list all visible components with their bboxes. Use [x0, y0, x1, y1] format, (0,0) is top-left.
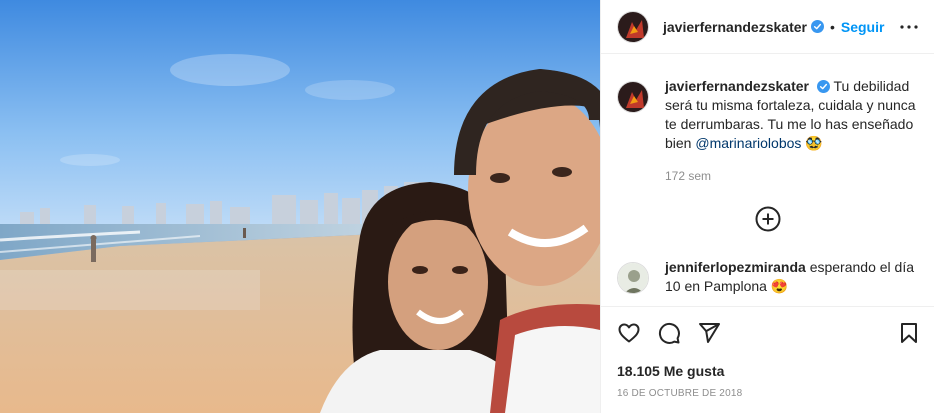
author-avatar[interactable] — [617, 10, 649, 43]
comment-emoji: 😍 — [770, 278, 789, 294]
post-photo-image — [0, 0, 600, 413]
heart-icon[interactable] — [617, 321, 641, 345]
comments-list: javierfernandezskater Tu debilidad será … — [601, 55, 934, 305]
post-header: javierfernandezskater • Seguir — [601, 0, 934, 54]
comment-icon[interactable] — [657, 321, 681, 345]
caption-text-block: javierfernandezskater Tu debilidad será … — [665, 77, 923, 186]
post-date: 16 DE OCTUBRE DE 2018 — [617, 388, 743, 399]
verified-badge-icon — [816, 80, 830, 93]
post-actions: 18.105 Me gusta 16 DE OCTUBRE DE 2018 — [601, 306, 934, 413]
caption-mention-link[interactable]: @marinariolobos — [695, 135, 801, 151]
commenter-username[interactable]: jenniferlopezmiranda — [665, 259, 806, 275]
commenter-avatar[interactable] — [617, 262, 649, 294]
post-photo[interactable] — [0, 0, 600, 413]
post-sidebar: javierfernandezskater • Seguir javierfer… — [600, 0, 934, 413]
comment-item: jenniferlopezmiranda esperando el día 10… — [617, 258, 934, 296]
follow-button[interactable]: Seguir — [841, 19, 885, 35]
caption-timestamp[interactable]: 172 sem — [665, 167, 923, 186]
caption-author-avatar[interactable] — [617, 81, 649, 113]
more-options-icon[interactable] — [897, 15, 921, 39]
share-icon[interactable] — [697, 321, 721, 345]
caption-username[interactable]: javierfernandezskater — [665, 78, 809, 94]
comment-text-block: jenniferlopezmiranda esperando el día 10… — [665, 258, 923, 296]
likes-count[interactable]: 18.105 Me gusta — [617, 363, 724, 379]
separator-dot: • — [829, 18, 835, 35]
load-more-comments-icon[interactable] — [755, 206, 781, 232]
verified-badge-icon — [810, 20, 824, 33]
caption-comment: javierfernandezskater Tu debilidad será … — [617, 77, 934, 186]
caption-emoji: 🥸 — [805, 135, 823, 151]
bookmark-icon[interactable] — [897, 321, 921, 345]
author-username[interactable]: javierfernandezskater — [663, 19, 807, 35]
